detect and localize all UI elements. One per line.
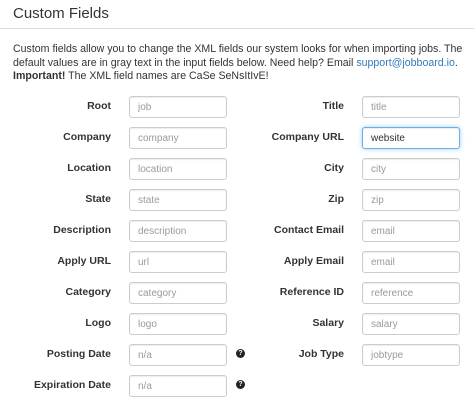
apply-email-field[interactable] — [362, 251, 460, 273]
company-url-label: Company URL — [271, 131, 344, 143]
contact-email-field[interactable] — [362, 220, 460, 242]
city-label: City — [324, 162, 344, 174]
location-field[interactable] — [129, 158, 227, 180]
salary-field[interactable] — [362, 313, 460, 335]
logo-field[interactable] — [129, 313, 227, 335]
posting-date-label: Posting Date — [46, 348, 111, 360]
intro-text-part: The XML field names are CaSe SeNsItIvE! — [65, 70, 269, 82]
root-field[interactable] — [129, 96, 227, 118]
title-field[interactable] — [362, 96, 460, 118]
intro-text-part: . — [454, 56, 458, 69]
job-type-field[interactable] — [362, 344, 460, 366]
expiration-date-label: Expiration Date — [33, 379, 111, 391]
company-field[interactable] — [129, 127, 227, 149]
apply-url-label: Apply URL — [57, 255, 111, 267]
location-label: Location — [67, 162, 111, 174]
zip-label: Zip — [328, 193, 344, 205]
logo-label: Logo — [85, 317, 111, 329]
apply-url-field[interactable] — [129, 251, 227, 273]
reference-id-label: Reference ID — [279, 286, 344, 298]
title-label: Title — [322, 100, 344, 112]
city-field[interactable] — [362, 158, 460, 180]
job-type-label: Job Type — [298, 348, 344, 360]
support-email-link[interactable]: support@jobboard.io — [356, 57, 455, 69]
expiration-date-help-icon[interactable]: ? — [236, 380, 245, 389]
panel-title: Custom Fields — [13, 5, 109, 22]
reference-id-field[interactable] — [362, 282, 460, 304]
expiration-date-field[interactable] — [129, 375, 227, 397]
state-field[interactable] — [129, 189, 227, 211]
intro-text: Custom fields allow you to change the XM… — [13, 43, 468, 84]
description-label: Description — [53, 224, 111, 236]
important-label: Important! — [13, 70, 66, 82]
company-url-field[interactable] — [362, 127, 460, 149]
category-label: Category — [65, 286, 111, 298]
category-field[interactable] — [129, 282, 227, 304]
salary-label: Salary — [312, 317, 344, 329]
company-label: Company — [63, 131, 111, 143]
posting-date-field[interactable] — [129, 344, 227, 366]
posting-date-help-icon[interactable]: ? — [236, 349, 245, 358]
root-label: Root — [87, 100, 111, 112]
description-field[interactable] — [129, 220, 227, 242]
state-label: State — [85, 193, 111, 205]
zip-field[interactable] — [362, 189, 460, 211]
panel-heading: Custom Fields — [0, 0, 474, 29]
apply-email-label: Apply Email — [283, 255, 344, 267]
contact-email-label: Contact Email — [273, 224, 344, 236]
